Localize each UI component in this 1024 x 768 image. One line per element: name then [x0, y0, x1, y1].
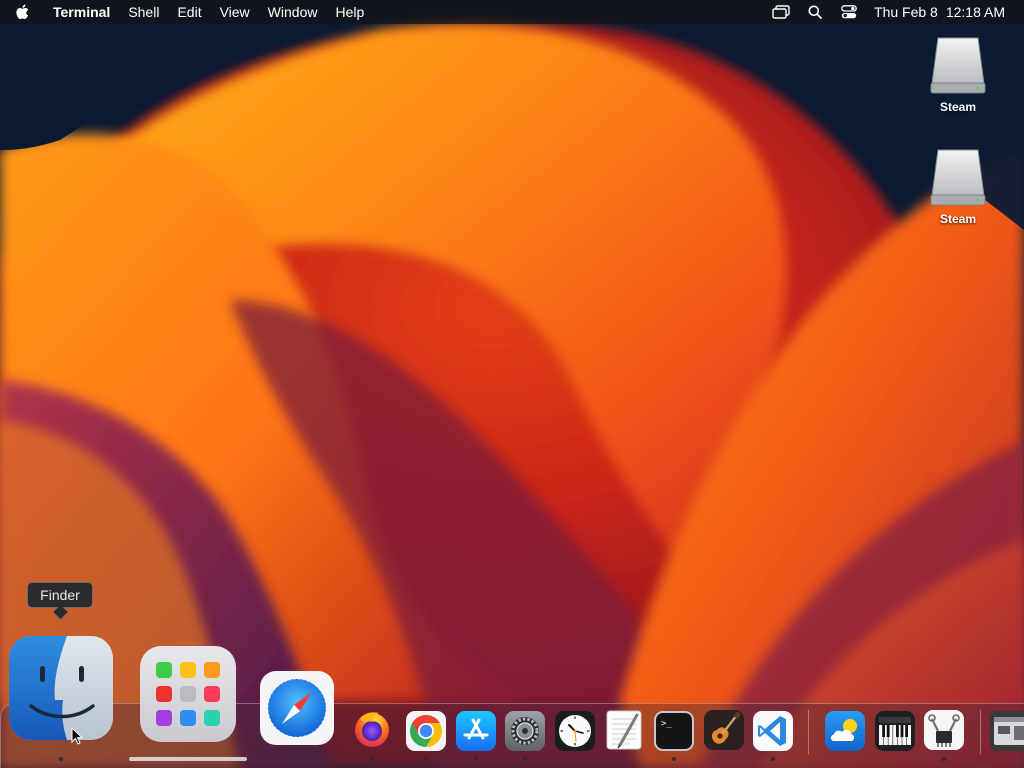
mouse-cursor-icon: [71, 727, 83, 745]
external-drive-icon: [930, 37, 986, 94]
desktop-drive-steam-2[interactable]: Steam: [918, 146, 998, 226]
running-indicator: [672, 757, 676, 761]
terminal-icon: >_: [654, 711, 694, 751]
dock-separator: [808, 710, 809, 754]
menu-time[interactable]: 12:18 AM: [942, 0, 1024, 24]
dock-system-information[interactable]: [924, 709, 964, 756]
finder-icon: [9, 636, 113, 740]
svg-text:>_: >_: [661, 719, 672, 729]
chrome-icon: [406, 711, 446, 751]
dock-safari[interactable]: [260, 671, 334, 750]
dock-terminal[interactable]: >_: [654, 711, 694, 756]
piano-icon: [875, 711, 915, 751]
menu-help[interactable]: Help: [326, 0, 373, 24]
desktop-drive-steam-1[interactable]: Steam: [918, 34, 998, 114]
running-indicator: [523, 757, 527, 761]
weather-icon: [825, 711, 865, 751]
dock-textedit[interactable]: [604, 709, 644, 756]
external-drive-icon: [930, 149, 986, 206]
dock-piano[interactable]: [875, 711, 915, 756]
window-icon: [990, 711, 1024, 751]
running-indicator: [370, 757, 374, 761]
dock-system-settings[interactable]: [505, 711, 545, 756]
dock-launchpad[interactable]: [140, 646, 236, 747]
system-information-icon: [924, 710, 964, 750]
desktop-icon-label: Steam: [939, 100, 977, 114]
running-indicator: [942, 757, 946, 761]
menu-view[interactable]: View: [211, 0, 259, 24]
garageband-icon: [704, 710, 744, 750]
textedit-icon: [606, 710, 642, 750]
control-center-icon[interactable]: [832, 0, 866, 24]
dock-weather[interactable]: [825, 711, 865, 756]
apple-menu-icon[interactable]: [0, 4, 44, 20]
dock-app-store[interactable]: [456, 711, 496, 756]
dock-garageband[interactable]: [703, 709, 745, 756]
launchpad-icon: [140, 646, 236, 742]
menu-edit[interactable]: Edit: [168, 0, 210, 24]
menu-date[interactable]: Thu Feb 8: [866, 0, 942, 24]
menu-bar: Terminal Shell Edit View Window Help Thu…: [0, 0, 1024, 24]
dock-firefox[interactable]: [352, 709, 392, 754]
dock-clock[interactable]: [555, 711, 595, 756]
dock-vscode[interactable]: [753, 711, 793, 756]
firefox-icon: [355, 712, 389, 747]
system-settings-icon: [505, 711, 545, 751]
running-indicator: [59, 757, 63, 761]
dock-separator: [980, 710, 981, 754]
dock-tooltip: Finder: [27, 582, 93, 621]
running-indicator: [474, 757, 478, 761]
tooltip-text: Finder: [40, 587, 80, 603]
menu-shell[interactable]: Shell: [119, 0, 168, 24]
running-indicator: [771, 757, 775, 761]
running-indicator: [424, 757, 428, 761]
safari-icon: [260, 671, 334, 745]
vscode-icon: [753, 711, 793, 751]
dock-chrome[interactable]: [406, 711, 446, 756]
app-store-icon: [456, 711, 496, 751]
menu-app-name[interactable]: Terminal: [44, 0, 119, 24]
dock-magnification-indicator: [129, 757, 247, 761]
desktop-icon-label: Steam: [939, 212, 977, 226]
menu-window[interactable]: Window: [259, 0, 327, 24]
dock-window[interactable]: [990, 711, 1024, 756]
dock-finder[interactable]: [9, 636, 113, 745]
spotlight-search-icon[interactable]: [798, 0, 832, 24]
clock-icon: [555, 711, 595, 751]
screen-mirroring-icon[interactable]: [764, 0, 798, 24]
